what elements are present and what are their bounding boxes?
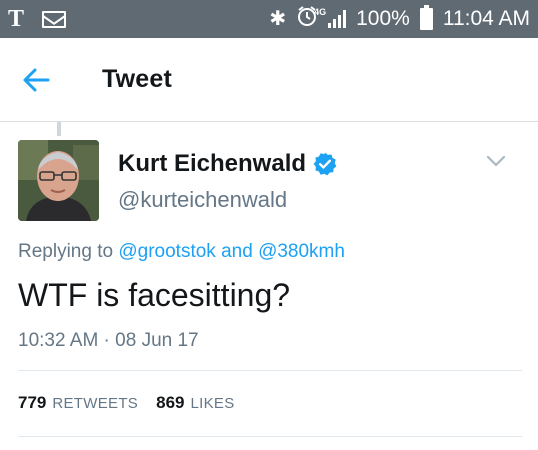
verified-badge-icon [312, 151, 338, 177]
replying-prefix: Replying to [18, 241, 114, 262]
clock: 11:04 AM [442, 7, 530, 30]
divider [18, 436, 522, 437]
tweet-text: WTF is facesitting? [18, 277, 291, 313]
tweet-detail-screen: T ✱ 4G 100% 11:04 AM Tweet Kurt Eichenwa… [0, 0, 538, 450]
likes-stat[interactable]: 869 LIKES [156, 393, 234, 413]
reply-conjunction: and [221, 241, 253, 262]
display-name[interactable]: Kurt Eichenwald [118, 150, 338, 178]
bluetooth-icon: ✱ [269, 8, 287, 30]
t-mobile-icon: T [8, 6, 25, 32]
retweets-label: RETWEETS [52, 395, 139, 412]
likes-count: 869 [156, 393, 185, 412]
reply-user-link[interactable]: @grootstok [118, 241, 215, 262]
divider [18, 370, 522, 371]
user-handle[interactable]: @kurteichenwald [118, 187, 287, 213]
page-title: Tweet [102, 65, 172, 93]
thread-connector [57, 122, 61, 136]
battery-percent: 100% [356, 7, 410, 30]
display-name-text: Kurt Eichenwald [118, 150, 307, 177]
avatar[interactable] [18, 140, 99, 221]
chevron-down-icon[interactable] [486, 154, 506, 168]
signal-icon: 4G [314, 8, 347, 28]
likes-label: LIKES [190, 395, 235, 412]
status-bar: T ✱ 4G 100% 11:04 AM [0, 0, 538, 38]
retweets-stat[interactable]: 779 RETWEETS [18, 393, 138, 413]
app-bar: Tweet [0, 38, 538, 122]
replying-to: Replying to @grootstok and @380kmh [18, 241, 345, 263]
retweets-count: 779 [18, 393, 47, 412]
reply-user-link[interactable]: @380kmh [258, 241, 345, 262]
battery-icon [419, 5, 433, 30]
tweet-timestamp: 10:32 AM · 08 Jun 17 [18, 330, 199, 351]
tweet-stats: 779 RETWEETS 869 LIKES [18, 393, 235, 413]
mail-icon [42, 10, 67, 28]
arrow-left-icon[interactable] [22, 66, 50, 94]
